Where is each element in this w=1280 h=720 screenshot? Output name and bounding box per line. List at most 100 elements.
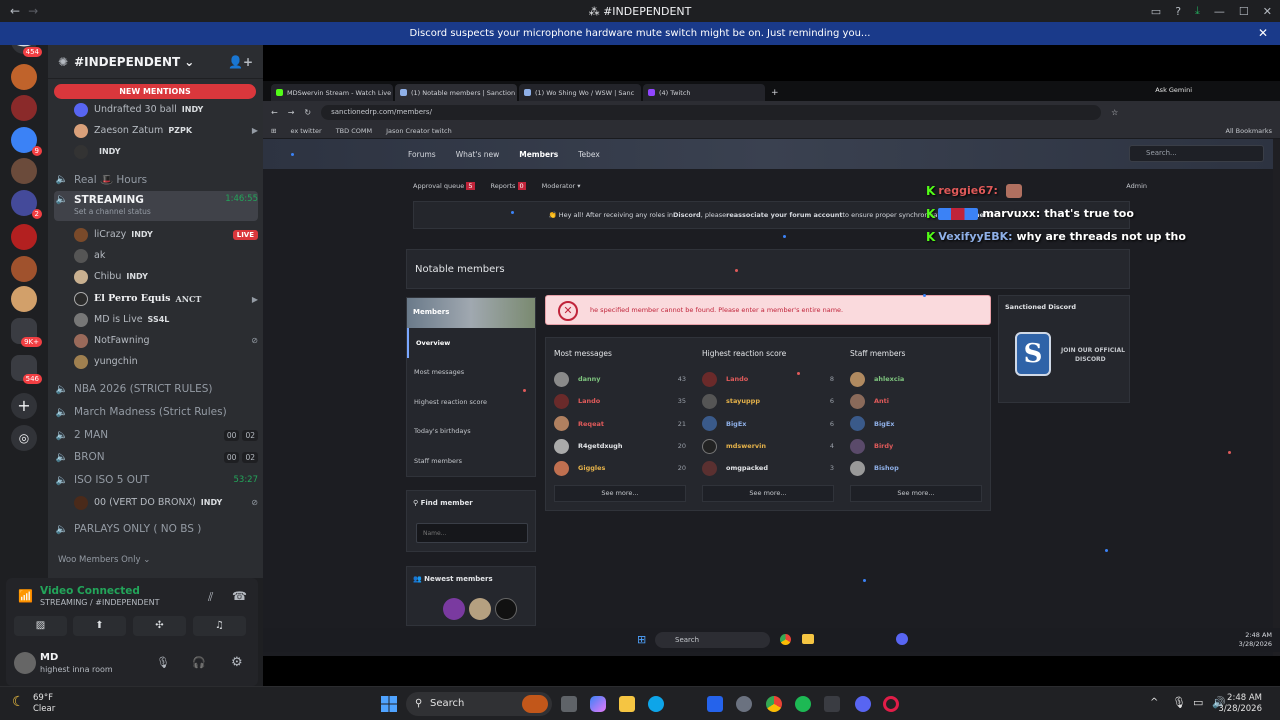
add-server-icon[interactable]: + <box>11 393 37 419</box>
reload-icon[interactable]: ↻ <box>304 108 311 117</box>
server-icon-3[interactable]: 9 <box>11 127 42 156</box>
windows-start-icon[interactable] <box>381 696 397 712</box>
voice-member[interactable]: MD is Live SS4L <box>74 310 258 329</box>
close-icon[interactable]: ✕ <box>1263 5 1272 18</box>
server-icon-6[interactable] <box>11 224 37 250</box>
reports-link[interactable]: Reports 0 <box>491 182 526 190</box>
nav-whats-new[interactable]: What's new <box>456 150 500 159</box>
new-mentions-banner[interactable]: NEW MENTIONS <box>54 84 256 99</box>
site-search-input[interactable]: Search... <box>1129 145 1264 162</box>
discord-icon[interactable] <box>855 696 871 712</box>
server-icon-7[interactable] <box>11 256 37 282</box>
bookmark[interactable]: ex twitter <box>290 127 321 135</box>
taskbar-clock[interactable]: 2:48 AM 3/28/2026 <box>1218 693 1262 715</box>
help-icon[interactable]: ? <box>1175 5 1181 18</box>
moderator-menu[interactable]: Moderator ▾ <box>542 182 581 190</box>
mail-icon[interactable] <box>707 696 723 712</box>
sidenav-staff[interactable]: Staff members <box>407 446 535 476</box>
voice-member[interactable]: NotFawning ⊘ <box>74 331 258 350</box>
all-bookmarks[interactable]: All Bookmarks <box>1226 127 1272 135</box>
voice-member[interactable]: liCrazy INDY LIVE <box>74 225 258 244</box>
camera-off-button[interactable]: ▨ <box>14 616 67 636</box>
voice-channel-parlays[interactable]: 🔈 PARLAYS ONLY ( NO BS ) <box>54 519 258 539</box>
voice-channel-bron[interactable]: 🔈 BRON 00 02 <box>54 447 258 467</box>
browser-tab[interactable]: (1) Notable members | Sanction <box>395 84 517 101</box>
apps-icon[interactable]: ⊞ <box>271 127 276 135</box>
server-icon-1[interactable] <box>11 64 37 90</box>
voice-member[interactable]: Zaeson Zatum PZPK ▶ <box>74 121 258 140</box>
stat-row[interactable]: mdswervin 4 <box>702 435 834 457</box>
close-icon[interactable]: ✕ <box>1258 26 1268 40</box>
see-more-button[interactable]: See more... <box>850 485 982 503</box>
server-icon-8[interactable] <box>11 286 37 312</box>
stat-row[interactable]: ahlexcia <box>850 368 982 390</box>
stat-row[interactable]: Lando 35 <box>554 390 686 412</box>
download-icon[interactable]: ⤓ <box>1195 4 1200 18</box>
bookmark[interactable]: TBD COMM <box>336 127 372 135</box>
voice-channel-streaming[interactable]: 🔈 STREAMING Set a channel status 1:46:55 <box>54 191 258 221</box>
star-icon[interactable]: ☆ <box>1111 108 1118 117</box>
voice-member[interactable]: 00 (VERT DO BRONX) INDY ⊘ <box>74 493 258 512</box>
voice-member[interactable]: Undrafted 30 ball INDY <box>74 100 258 119</box>
server-icon-2[interactable] <box>11 95 37 121</box>
stat-row[interactable]: danny 43 <box>554 368 686 390</box>
voice-channel-iso[interactable]: 🔈 ISO ISO 5 OUT 53:27 <box>54 470 258 490</box>
server-folder-icon[interactable]: 9K+ <box>11 318 42 347</box>
tray-chevron-icon[interactable]: ^ <box>1150 697 1158 708</box>
stream-view[interactable]: MDSwervin Stream - Watch Live (1) Notabl… <box>263 45 1280 686</box>
avatar[interactable] <box>14 652 36 674</box>
forward-arrow-icon[interactable]: → <box>288 108 295 117</box>
sidenav-reaction-score[interactable]: Highest reaction score <box>407 387 535 417</box>
forward-arrow-icon[interactable]: → <box>28 4 38 18</box>
voice-member[interactable]: yungchin <box>74 352 258 371</box>
screen-share-button[interactable]: ⬆ <box>73 616 126 636</box>
weather-widget[interactable]: 69°F Clear <box>33 693 55 715</box>
voice-channel-path[interactable]: STREAMING / #INDEPENDENT <box>40 598 160 607</box>
avatar[interactable] <box>443 598 465 620</box>
category-woo-members[interactable]: Woo Members Only ⌄ <box>54 550 258 570</box>
voice-status[interactable]: Video Connected <box>40 585 140 597</box>
voice-member[interactable]: ak <box>74 246 258 265</box>
mic-icon[interactable]: 🎙 <box>1172 696 1186 709</box>
server-header[interactable]: ✺ #INDEPENDENT ⌄ 👤+ <box>48 45 263 79</box>
chrome-icon[interactable] <box>766 696 782 712</box>
avatar[interactable] <box>469 598 491 620</box>
stat-row[interactable]: Anti <box>850 390 982 412</box>
activities-button[interactable]: ✣ <box>133 616 186 636</box>
nav-tebex[interactable]: Tebex <box>578 150 600 159</box>
invite-icon[interactable]: 👤+ <box>228 55 253 69</box>
voice-channel-real-hours[interactable]: 🔈 Real 🎩 Hours <box>54 169 258 189</box>
see-more-button[interactable]: See more... <box>554 485 686 503</box>
back-arrow-icon[interactable]: ← <box>271 108 278 117</box>
taskbar-search[interactable]: ⚲ Search <box>406 692 552 716</box>
voice-member[interactable]: Chibu INDY <box>74 267 258 286</box>
bookmark[interactable]: Jason Creator twitch <box>386 127 452 135</box>
task-view-icon[interactable] <box>561 696 577 712</box>
soundboard-button[interactable]: ♫ <box>193 616 246 636</box>
stat-row[interactable]: stayuppp 6 <box>702 390 834 412</box>
minimize-icon[interactable]: — <box>1214 5 1225 18</box>
find-member-input[interactable] <box>416 523 528 543</box>
stat-row[interactable]: Bishop <box>850 457 982 479</box>
nav-forums[interactable]: Forums <box>408 150 436 159</box>
sidenav-most-messages[interactable]: Most messages <box>407 358 535 388</box>
xbox-icon[interactable] <box>824 696 840 712</box>
voice-channel-nba[interactable]: 🔈 NBA 2026 (STRICT RULES) <box>54 379 258 399</box>
ask-gemini-button[interactable]: Ask Gemini <box>1155 86 1192 94</box>
voice-channel-march[interactable]: 🔈 March Madness (Strict Rules) <box>54 402 258 422</box>
channel-status[interactable]: Set a channel status <box>74 207 151 216</box>
stat-row[interactable]: Giggles 20 <box>554 457 686 479</box>
approval-queue-link[interactable]: Approval queue 5 <box>413 182 475 190</box>
url-input[interactable]: sanctionedrp.com/members/ <box>321 104 1102 120</box>
opera-icon[interactable] <box>883 696 899 712</box>
stat-row[interactable]: Lando 8 <box>702 368 834 390</box>
headset-icon[interactable]: 🎧 <box>192 656 206 669</box>
file-explorer-icon[interactable] <box>619 696 635 712</box>
mic-icon[interactable]: 🎙 <box>156 656 170 669</box>
nav-members[interactable]: Members <box>519 150 558 159</box>
noise-suppression-icon[interactable]: ⫽ <box>208 590 213 605</box>
stat-row[interactable]: BigEx 6 <box>702 413 834 435</box>
discover-icon[interactable]: ◎ <box>11 425 37 451</box>
new-tab-icon[interactable]: + <box>771 88 779 98</box>
network-icon[interactable]: ▭ <box>1193 696 1203 709</box>
